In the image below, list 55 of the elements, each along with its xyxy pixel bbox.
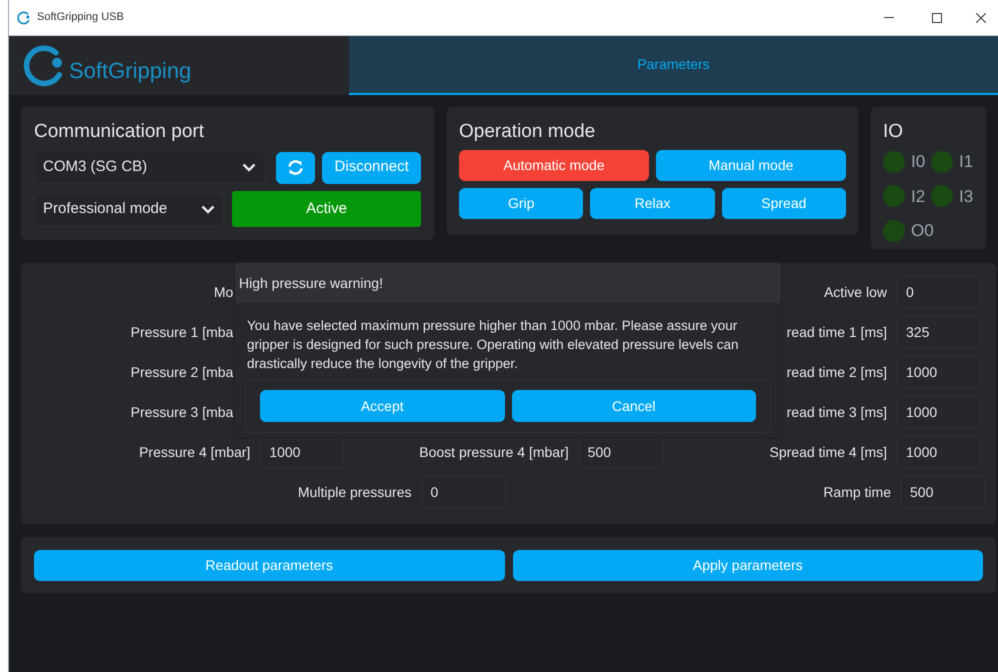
field-label: Boost pressure 4 [mbar] [419,442,569,462]
dialog-message: You have selected maximum pressure higher than 1000 mbar. Please assure your gripper is designed for such pressure. Operating with elevated pressure levels can drastically reduce the longevity of the gripper. [246,317,740,373]
field-label: Spread time 4 [ms] [770,442,887,462]
tab[interactable]: Parameters [349,36,998,95]
field-label: Pressure 1 [mba [130,322,234,342]
refresh-button[interactable] [276,152,316,184]
field-label: Ramp time [823,482,891,502]
panel-title: Communication port [34,120,206,144]
io-label: I2 [911,186,926,208]
field-label: read time 2 [ms] [786,362,887,382]
input-field[interactable]: 500 [578,435,663,469]
dialog-title: High pressure warning! [239,274,383,293]
logo-text: SoftGripping [69,57,192,85]
panel-title: Operation mode [459,120,596,144]
field-label: Pressure 3 [mba [130,402,234,422]
input-field[interactable]: 1000 [897,435,981,469]
input-field[interactable]: 1000 [897,395,981,429]
field-label: read time 3 [ms] [786,402,887,422]
io-label: I1 [959,151,974,173]
port-dropdown[interactable]: COM3 (SG CB) [34,151,266,184]
window-title: SoftGripping USB [37,10,124,26]
mode-button[interactable]: Manual mode [656,150,846,181]
field-label: read time 1 [ms] [786,322,887,342]
input-field[interactable]: 1000 [897,355,981,389]
field-label: Mo [214,282,234,302]
mode-dropdown[interactable]: Professional mode [34,192,224,226]
parameters-button[interactable]: Apply parameters [512,550,983,580]
disconnect-button[interactable]: Disconnect [322,152,421,184]
dialog-button[interactable]: Cancel [512,390,756,422]
refresh-icon [287,159,304,176]
parameters-button[interactable]: Readout parameters [34,550,504,580]
panel-title: IO [883,120,904,144]
action-button[interactable]: Relax [590,188,715,219]
field-label: Pressure 4 [mbar] [139,442,250,462]
dialog-button[interactable]: Accept [260,390,504,422]
io-label: I3 [959,186,974,208]
chevron-down-icon [242,163,256,172]
action-button[interactable]: Spread [722,188,846,219]
input-field[interactable]: 1000 [260,435,344,469]
input-field[interactable]: 0 [897,275,981,309]
field-label: Active low [824,282,887,302]
input-field[interactable]: 0 [422,475,506,509]
app-logo-icon [17,10,31,24]
close-icon[interactable] [976,12,986,22]
io-label: I0 [911,151,926,173]
input-field[interactable]: 325 [897,315,981,349]
field-label: Multiple pressures [298,482,412,502]
mode-button[interactable]: Automatic mode [459,150,649,181]
status-button[interactable]: Active [232,191,421,227]
chevron-down-icon [201,204,215,214]
input-field[interactable]: 500 [901,475,985,509]
maximize-icon[interactable] [932,12,942,22]
field-label: Pressure 2 [mba [130,362,234,382]
io-label: O0 [911,220,934,242]
action-button[interactable]: Grip [459,188,584,219]
